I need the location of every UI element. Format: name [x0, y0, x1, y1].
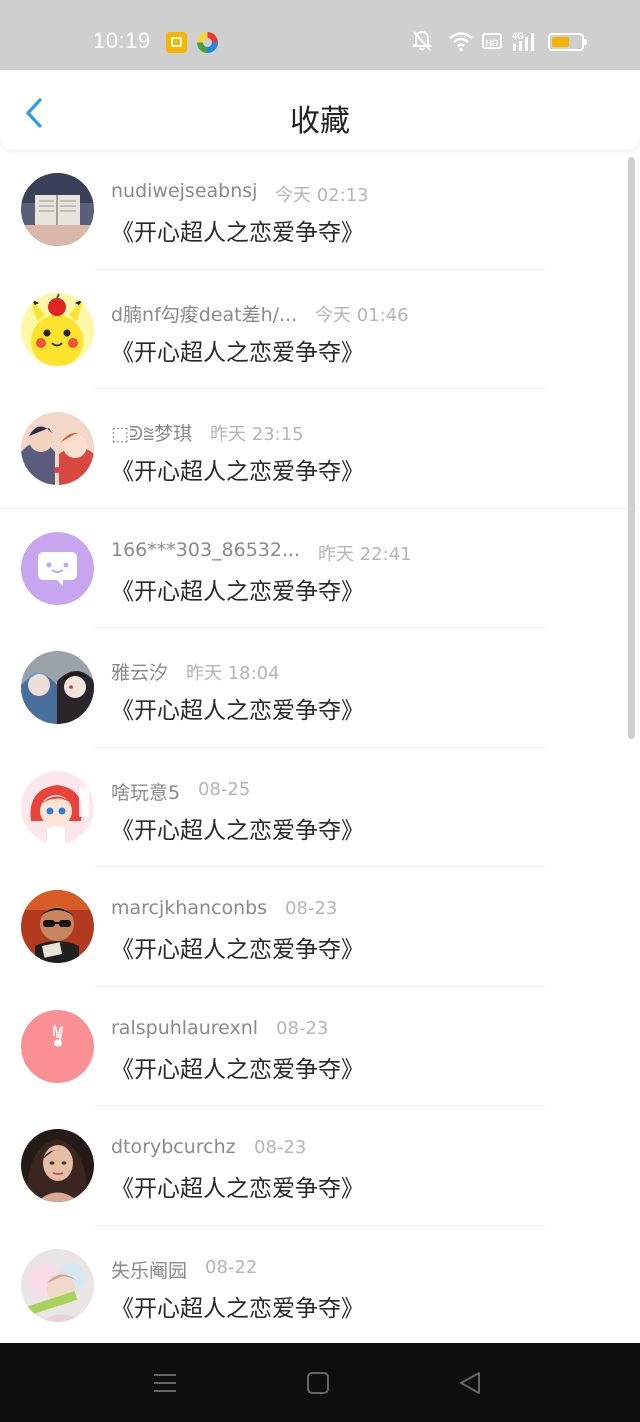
- avatar[interactable]: [21, 1009, 94, 1083]
- item-message: 《开心超人之恋爱争夺》: [111, 1295, 364, 1322]
- message-app-icon: [166, 32, 187, 53]
- list-item[interactable]: 啥玩意5 08-25 《开心超人之恋爱争夺》: [0, 748, 640, 867]
- user-name: dtorybcurchz: [111, 1136, 236, 1158]
- back-triangle-icon[interactable]: [458, 1371, 482, 1395]
- list-item[interactable]: d腩nf勾痠deat差h/... 今天 01:46 《开心超人之恋爱争夺》: [0, 270, 640, 389]
- avatar[interactable]: [21, 292, 94, 366]
- user-name: ⬚ᕲ⩰梦琪: [111, 423, 193, 445]
- avatar[interactable]: [21, 770, 94, 844]
- user-name: 166***303_86532...: [111, 538, 301, 561]
- user-name: ralspuhlaurexnl: [111, 1016, 259, 1039]
- avatar[interactable]: [21, 173, 94, 246]
- battery-icon: [548, 33, 587, 51]
- wifi-icon: [449, 32, 473, 52]
- browser-app-icon: [197, 32, 218, 53]
- home-icon[interactable]: [306, 1371, 330, 1395]
- system-nav-bar: [0, 1343, 640, 1422]
- item-timestamp: 今天 01:46: [315, 304, 409, 326]
- item-timestamp: 08-23: [285, 898, 338, 919]
- list-item[interactable]: 失乐阉园 08-22 《开心超人之恋爱争夺》: [0, 1226, 640, 1345]
- status-time: 10:19: [93, 28, 151, 53]
- item-timestamp: 昨天 22:41: [318, 543, 412, 565]
- svg-text:4G: 4G: [512, 31, 524, 41]
- item-message: 《开心超人之恋爱争夺》: [111, 1056, 364, 1083]
- user-name: 啥玩意5: [111, 781, 181, 804]
- item-timestamp: 08-23: [276, 1017, 329, 1039]
- avatar[interactable]: [21, 1248, 94, 1322]
- 4g-signal-icon: 4G: [512, 31, 534, 51]
- item-timestamp: 昨天 23:15: [210, 424, 304, 445]
- avatar[interactable]: [21, 412, 94, 485]
- user-name: 雅云汐: [111, 662, 169, 684]
- item-timestamp: 今天 02:13: [275, 185, 369, 206]
- item-message: 《开心超人之恋爱争夺》: [111, 339, 364, 366]
- user-name: 失乐阉园: [111, 1259, 188, 1282]
- hd-icon: HD: [482, 33, 502, 49]
- item-message: 《开心超人之恋爱争夺》: [111, 937, 364, 963]
- item-message: 《开心超人之恋爱争夺》: [111, 220, 364, 246]
- avatar[interactable]: [21, 531, 94, 605]
- favorites-list: nudiwejseabnsj 今天 02:13 《开心超人之恋爱争夺》 d腩nf勾痠d…: [0, 150, 640, 1345]
- item-message: 《开心超人之恋爱争夺》: [111, 698, 364, 724]
- user-name: d腩nf勾痠deat差h/...: [111, 303, 298, 326]
- list-item[interactable]: marcjkhanconbs 08-23 《开心超人之恋爱争夺》: [0, 867, 640, 987]
- avatar[interactable]: [21, 1129, 94, 1202]
- list-item[interactable]: ⬚ᕲ⩰梦琪 昨天 23:15 《开心超人之恋爱争夺》: [0, 389, 640, 509]
- list-item[interactable]: 雅云汐 昨天 18:04 《开心超人之恋爱争夺》: [0, 628, 640, 748]
- list-item[interactable]: ralspuhlaurexnl 08-23 《开心超人之恋爱争夺》: [0, 987, 640, 1106]
- list-item[interactable]: 166***303_86532... 昨天 22:41 《开心超人之恋爱争夺》: [0, 509, 640, 628]
- page-title: 收藏: [290, 104, 350, 139]
- top-nav-bar: 收藏: [0, 70, 640, 150]
- item-message: 《开心超人之恋爱争夺》: [111, 1176, 364, 1202]
- item-timestamp: 08-22: [205, 1256, 258, 1278]
- user-name: marcjkhanconbs: [111, 897, 268, 919]
- item-message: 《开心超人之恋爱争夺》: [111, 578, 364, 605]
- menu-icon[interactable]: [153, 1371, 177, 1395]
- item-timestamp: 08-25: [198, 778, 251, 800]
- battery-fill: [552, 37, 569, 47]
- mute-bell-icon: [412, 30, 432, 51]
- user-name: nudiwejseabnsj: [111, 180, 258, 202]
- avatar[interactable]: [21, 651, 94, 724]
- item-message: 《开心超人之恋爱争夺》: [111, 459, 364, 485]
- item-message: 《开心超人之恋爱争夺》: [111, 817, 364, 844]
- avatar[interactable]: [21, 890, 94, 963]
- item-timestamp: 昨天 18:04: [186, 663, 280, 684]
- item-timestamp: 08-23: [254, 1137, 307, 1158]
- status-bar: 10:19 HD 4G: [0, 0, 640, 70]
- list-item[interactable]: dtorybcurchz 08-23 《开心超人之恋爱争夺》: [0, 1106, 640, 1226]
- list-item[interactable]: nudiwejseabnsj 今天 02:13 《开心超人之恋爱争夺》: [0, 150, 640, 270]
- scrollbar[interactable]: [628, 157, 635, 739]
